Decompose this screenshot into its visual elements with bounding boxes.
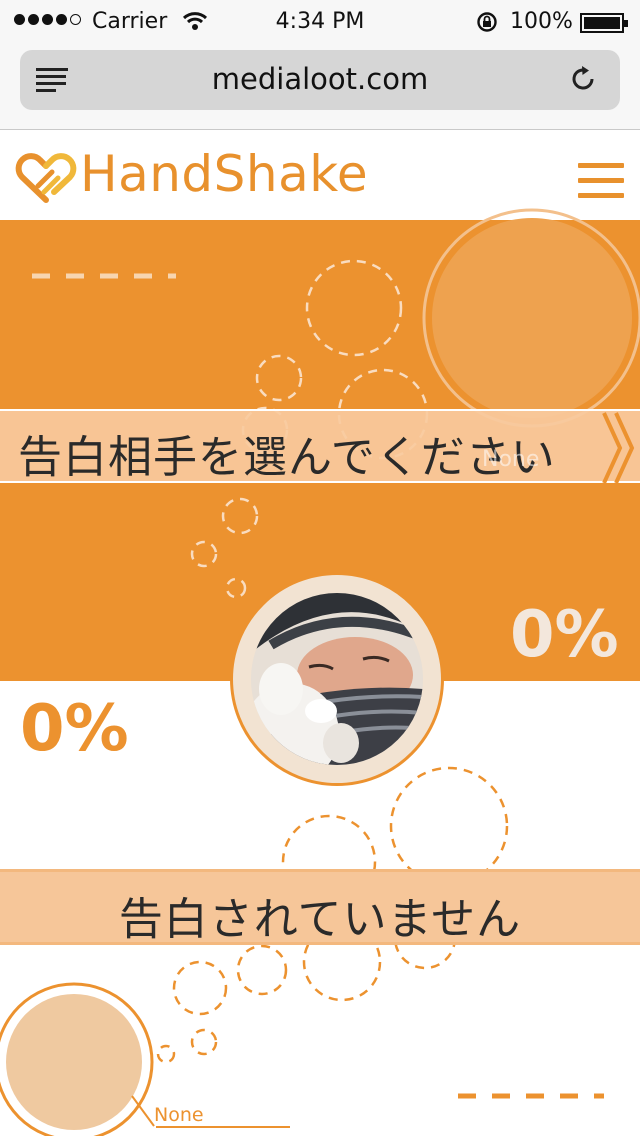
avatar[interactable] [251,593,423,765]
brand-name[interactable]: HandShake [80,145,368,203]
app-header: HandShake [0,131,640,220]
address-bar[interactable]: medialoot.com [20,50,620,110]
none-underline [156,1126,290,1128]
confession-status-label: 告白されていません [118,894,522,945]
status-bar: Carrier 4:34 PM 100% [0,0,640,44]
rotation-lock-icon [477,12,497,32]
ghost-none-label: None [482,447,540,472]
avatar-photo [251,593,423,765]
confession-status-banner: 告白されていません [0,869,640,945]
hamburger-menu-icon[interactable] [578,163,624,201]
double-chevron-right-icon[interactable] [598,411,640,485]
select-partner-label: 告白相手を選んでください [18,432,556,483]
my-percent: 0% [20,692,129,766]
reload-icon[interactable] [568,64,598,94]
url-text[interactable]: medialoot.com [20,62,620,96]
battery-icon [580,13,628,33]
profile-avatar-ring[interactable] [230,572,444,786]
select-partner-banner[interactable]: 告白相手を選んでください None [0,409,640,485]
none-label: None [154,1104,204,1126]
heart-link-icon[interactable] [14,150,78,206]
battery-percent: 100% [510,9,573,34]
partner-percent: 0% [510,598,619,672]
browser-toolbar: medialoot.com [0,44,640,130]
